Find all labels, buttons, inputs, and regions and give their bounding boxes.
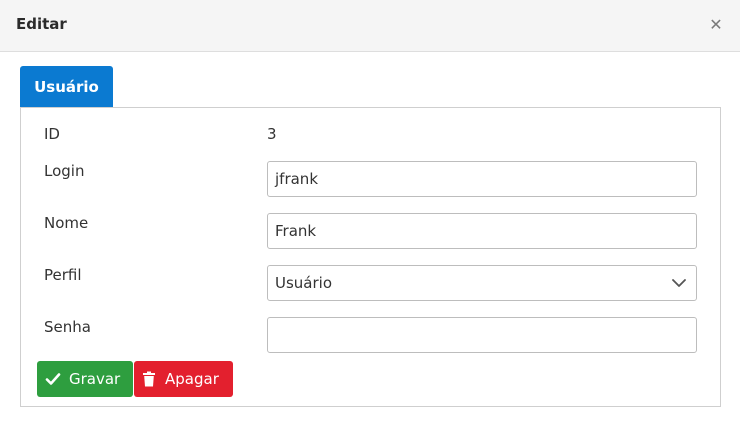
id-label: ID <box>44 125 60 143</box>
perfil-label: Perfil <box>44 266 82 284</box>
login-label: Login <box>44 162 85 180</box>
chevron-down-icon <box>672 279 686 287</box>
perfil-select[interactable]: Usuário <box>267 265 697 301</box>
login-field[interactable]: jfrank <box>267 161 697 197</box>
delete-button[interactable]: Apagar <box>134 361 233 397</box>
modal-title: Editar <box>16 15 67 33</box>
close-button[interactable]: ✕ <box>706 14 726 36</box>
nome-field[interactable]: Frank <box>267 213 697 249</box>
delete-button-label: Apagar <box>165 370 219 388</box>
close-icon: ✕ <box>709 15 723 34</box>
save-button[interactable]: Gravar <box>37 361 133 397</box>
save-button-label: Gravar <box>69 370 121 388</box>
modal-header: Editar ✕ <box>0 0 740 52</box>
trash-icon <box>143 371 155 387</box>
login-field-value: jfrank <box>275 170 319 188</box>
id-value: 3 <box>267 125 277 143</box>
tab-usuario[interactable]: Usuário <box>20 66 113 108</box>
nome-field-value: Frank <box>275 222 317 240</box>
perfil-select-value: Usuário <box>275 274 333 292</box>
senha-label: Senha <box>44 318 91 336</box>
check-icon <box>45 373 61 385</box>
nome-label: Nome <box>44 214 89 232</box>
senha-field[interactable] <box>267 317 697 353</box>
